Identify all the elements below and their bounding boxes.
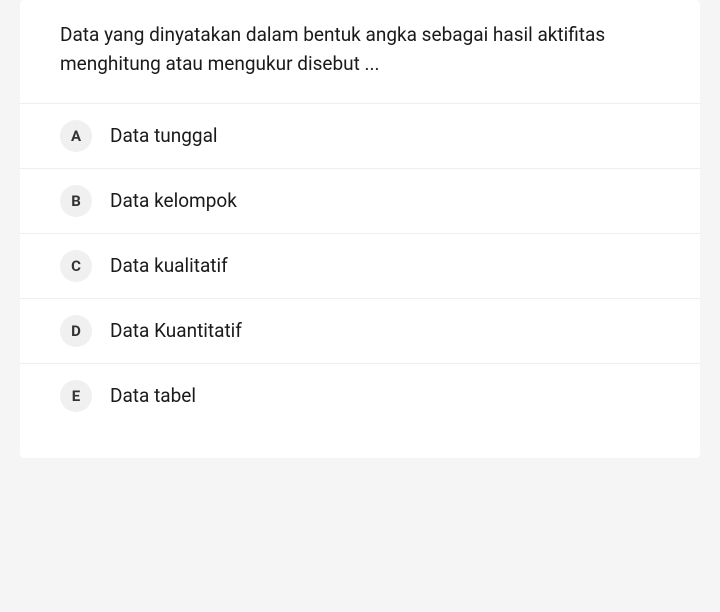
- option-text: Data tunggal: [110, 124, 218, 147]
- option-c[interactable]: C Data kualitatif: [20, 233, 700, 298]
- option-letter: C: [60, 250, 92, 282]
- option-text: Data Kuantitatif: [110, 319, 242, 342]
- option-text: Data tabel: [110, 384, 196, 407]
- option-letter: B: [60, 185, 92, 217]
- option-d[interactable]: D Data Kuantitatif: [20, 298, 700, 363]
- question-card: Data yang dinyatakan dalam bentuk angka …: [20, 0, 700, 458]
- option-a[interactable]: A Data tunggal: [20, 103, 700, 168]
- option-text: Data kualitatif: [110, 254, 228, 277]
- question-text: Data yang dinyatakan dalam bentuk angka …: [20, 0, 700, 103]
- option-letter: E: [60, 380, 92, 412]
- option-letter: D: [60, 315, 92, 347]
- option-text: Data kelompok: [110, 189, 237, 212]
- options-list: A Data tunggal B Data kelompok C Data ku…: [20, 103, 700, 428]
- option-b[interactable]: B Data kelompok: [20, 168, 700, 233]
- option-e[interactable]: E Data tabel: [20, 363, 700, 428]
- option-letter: A: [60, 120, 92, 152]
